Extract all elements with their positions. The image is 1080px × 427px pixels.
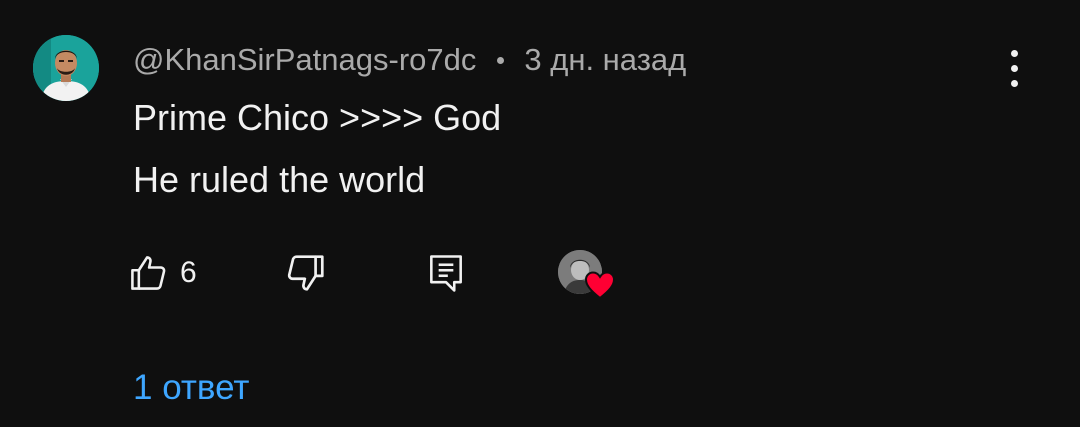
author-avatar[interactable] [33,35,99,101]
author-avatar-image [33,35,99,101]
dislike-button[interactable] [283,250,333,298]
comment-text-line: Prime Chico >>>> God [133,97,502,138]
comment-meta: @KhanSirPatnags-ro7dc 3 дн. назад [133,38,686,82]
heart-icon [584,271,616,300]
comment-action-bar: 6 [0,244,1080,300]
view-replies-button[interactable]: 1 ответ [133,366,249,410]
comment-timestamp[interactable]: 3 дн. назад [524,42,686,78]
reply-button[interactable] [424,250,472,298]
meta-separator-dot [497,56,505,64]
comment-text-line: He ruled the world [133,159,426,200]
like-count: 6 [180,256,197,289]
creator-heart-badge [556,248,618,304]
author-handle[interactable]: @KhanSirPatnags-ro7dc [133,42,476,78]
thumbs-up-icon [131,256,166,290]
thumbs-down-icon [287,255,324,291]
more-actions-button[interactable] [992,44,1036,92]
reply-comment-icon [430,255,462,292]
like-button[interactable]: 6 [126,248,197,298]
more-vert-icon [1010,49,1018,87]
